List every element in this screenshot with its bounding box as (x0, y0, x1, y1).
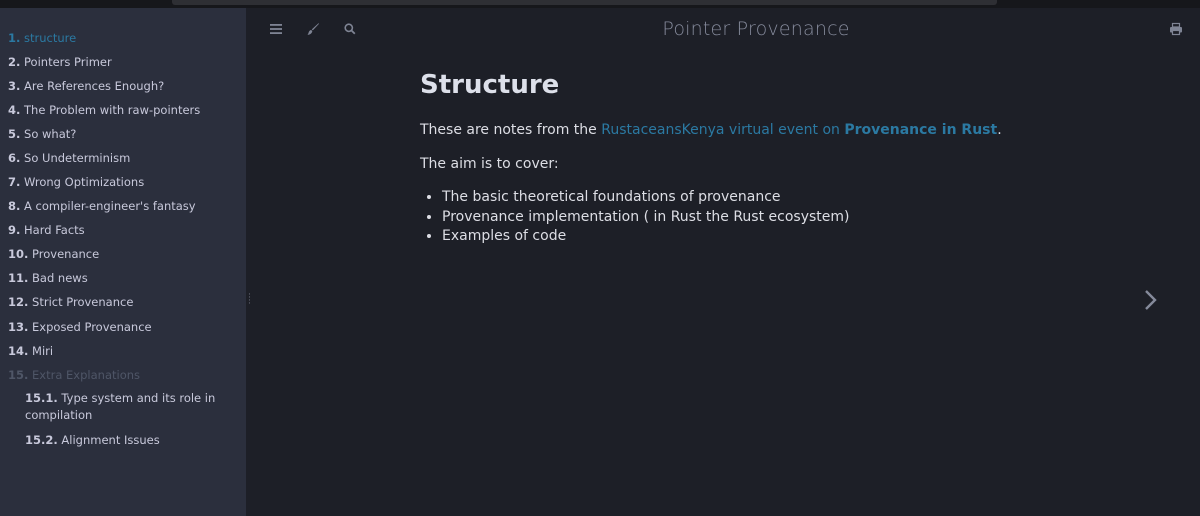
event-link-bold: Provenance in Rust (844, 122, 998, 138)
chapter-label: Strict Provenance (32, 295, 134, 309)
chapter-label: So Undeterminism (24, 151, 131, 165)
chapter-number: 14. (8, 344, 29, 358)
chapter-number: 15.2. (25, 433, 58, 447)
sidebar-item-strict-provenance[interactable]: 12. Strict Provenance (8, 295, 133, 309)
book-title: Pointer Provenance (662, 18, 850, 40)
chapter-number: 8. (8, 199, 21, 213)
intro-suffix: . (997, 122, 1002, 138)
list-item: Provenance implementation ( in Rust the … (442, 208, 1120, 228)
page-heading: Structure (420, 70, 560, 100)
main-content: Structure These are notes from the Rusta… (420, 70, 1120, 247)
list-item: Examples of code (442, 227, 1120, 247)
chapter-number: 9. (8, 223, 21, 237)
chapter-number: 1. (8, 31, 21, 45)
chapter-label: Exposed Provenance (32, 320, 152, 334)
chapter-number: 13. (8, 320, 29, 334)
print-icon[interactable] (1168, 22, 1184, 38)
chapter-number: 12. (8, 295, 29, 309)
chapter-label: A compiler-engineer's fantasy (24, 199, 196, 213)
chapter-number: 7. (8, 175, 21, 189)
sidebar-item-exposed-provenance[interactable]: 13. Exposed Provenance (8, 320, 152, 334)
chapter-number: 4. (8, 103, 21, 117)
event-link-text: RustaceansKenya virtual event on (601, 122, 845, 138)
chapter-label: Bad news (32, 271, 88, 285)
sidebar-item-compiler-engineers-fantasy[interactable]: 8. A compiler-engineer's fantasy (8, 199, 196, 213)
intro-paragraph: These are notes from the RustaceansKenya… (420, 120, 1120, 140)
chapter-number: 5. (8, 127, 21, 141)
sidebar: 1. structure 2. Pointers Primer 3. Are R… (0, 8, 246, 516)
chapter-label: Extra Explanations (32, 368, 141, 382)
chapter-label: structure (24, 31, 77, 45)
browser-top-strip (0, 0, 1200, 8)
event-link[interactable]: RustaceansKenya virtual event on Provena… (601, 122, 997, 138)
sidebar-item-type-system[interactable]: 15.1. Type system and its role in compil… (25, 390, 235, 424)
sidebar-item-miri[interactable]: 14. Miri (8, 344, 53, 358)
sidebar-item-so-what[interactable]: 5. So what? (8, 127, 76, 141)
sidebar-item-structure[interactable]: 1. structure (8, 31, 76, 45)
intro-text: These are notes from the (420, 122, 602, 138)
chapter-number: 3. (8, 79, 21, 93)
sidebar-item-pointers-primer[interactable]: 2. Pointers Primer (8, 55, 112, 69)
chevron-right-icon (1145, 290, 1157, 310)
chapter-label: Miri (32, 344, 54, 358)
chapter-number: 2. (8, 55, 21, 69)
sidebar-item-are-references-enough[interactable]: 3. Are References Enough? (8, 79, 164, 93)
sidebar-item-alignment-issues[interactable]: 15.2. Alignment Issues (25, 432, 235, 449)
sidebar-item-bad-news[interactable]: 11. Bad news (8, 271, 88, 285)
sidebar-resize-handle[interactable]: · · · · (248, 291, 252, 309)
chapter-number: 11. (8, 271, 29, 285)
sidebar-item-hard-facts[interactable]: 9. Hard Facts (8, 223, 85, 237)
sidebar-item-extra-explanations: 15. Extra Explanations (8, 368, 140, 382)
chapter-label: Alignment Issues (61, 433, 160, 447)
chapter-number: 15.1. (25, 391, 58, 405)
chapter-number: 15. (8, 368, 29, 382)
horizontal-scrollbar[interactable] (172, 0, 997, 5)
chapter-label: Hard Facts (24, 223, 85, 237)
chapter-label: Are References Enough? (24, 79, 165, 93)
list-item: The basic theoretical foundations of pro… (442, 188, 1120, 208)
aim-paragraph: The aim is to cover: (420, 156, 559, 172)
next-chapter-button[interactable] (1140, 288, 1162, 312)
sidebar-item-wrong-optimizations[interactable]: 7. Wrong Optimizations (8, 175, 144, 189)
chapter-number: 10. (8, 247, 29, 261)
menu-bar: Pointer Provenance (246, 8, 1200, 52)
chapter-label: Pointers Primer (24, 55, 112, 69)
chapter-label: Wrong Optimizations (24, 175, 145, 189)
aim-list: The basic theoretical foundations of pro… (442, 188, 1120, 247)
chapter-label: So what? (24, 127, 77, 141)
sidebar-item-so-undeterminism[interactable]: 6. So Undeterminism (8, 151, 130, 165)
chapter-label: The Problem with raw-pointers (24, 103, 201, 117)
chapter-number: 6. (8, 151, 21, 165)
sidebar-item-problem-raw-pointers[interactable]: 4. The Problem with raw-pointers (8, 103, 200, 117)
chapter-label: Provenance (32, 247, 100, 261)
sidebar-item-provenance[interactable]: 10. Provenance (8, 247, 99, 261)
